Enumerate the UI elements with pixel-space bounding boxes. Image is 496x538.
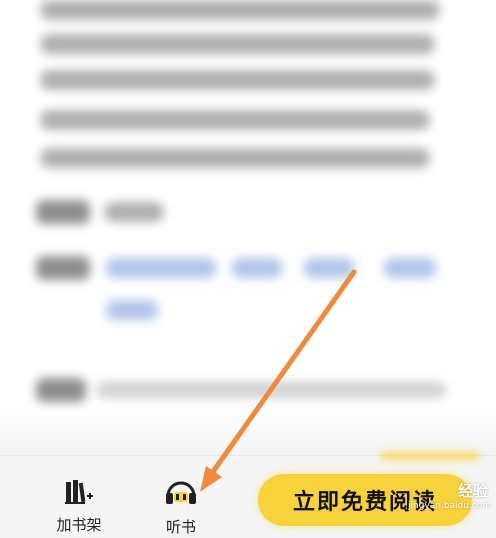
blurred-tag [106,300,158,320]
watermark-url: jingyan.baidu.com [408,501,492,511]
bookshelf-plus-icon [64,478,94,508]
yellow-highlight-streak [380,452,480,460]
blurred-info-label [36,378,86,402]
blurred-tag [384,258,436,278]
blurred-tag [232,258,282,278]
blurred-text-line [40,34,435,54]
blurred-author-value [104,202,164,222]
listen-book-button[interactable]: 听书 [150,476,212,537]
blurred-info-value [96,382,446,398]
listen-book-label: 听书 [165,518,196,536]
add-to-shelf-button[interactable]: 加书架 [48,478,110,535]
watermark: 经验 jingyan.baidu.com [408,480,492,511]
headphones-icon [163,476,199,510]
blurred-tag [304,258,354,278]
blurred-text-line [40,110,430,130]
blurred-tags-label [36,256,90,280]
blurred-text-line [40,70,435,90]
blurred-author-label [36,200,90,224]
blurred-text-line [40,148,430,168]
add-to-shelf-label: 加书架 [56,516,102,534]
blurred-book-intro [0,0,496,430]
blurred-tag [106,258,216,278]
watermark-title: 经验 [457,482,488,500]
blurred-text-line [40,0,440,20]
